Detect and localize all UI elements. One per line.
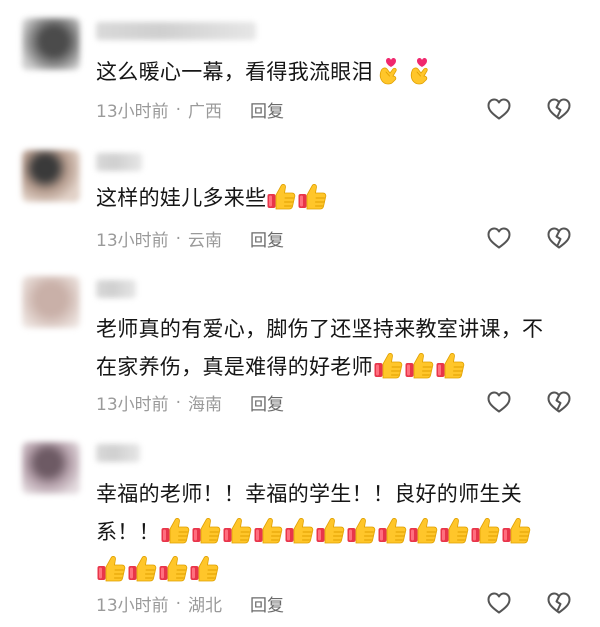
comment-body: 系！！ xyxy=(96,520,160,544)
thumbs-up-icon xyxy=(190,555,219,582)
separator: · xyxy=(175,228,182,249)
heart-outline-icon[interactable] xyxy=(486,226,512,250)
thumbs-up-icon xyxy=(284,517,314,544)
comment-body: 这么暖心一幕，看得我流眼泪 xyxy=(96,60,373,84)
comment-meta: 13小时前 · 广西 回复 xyxy=(96,97,284,123)
thumbs-up-icon xyxy=(315,517,345,544)
thumbs-up-icon xyxy=(408,517,438,544)
comment-body-line: 在家养伤，真是难得的好老师 xyxy=(96,348,580,386)
comment-body: 在家养伤，真是难得的好老师 xyxy=(96,355,373,379)
avatar[interactable] xyxy=(22,442,80,494)
comment-location: 云南 xyxy=(188,231,223,251)
comment-body: 这样的娃儿多来些 xyxy=(96,186,267,210)
avatar[interactable] xyxy=(22,276,80,328)
comment-time: 13小时前 xyxy=(96,395,169,415)
reply-button[interactable]: 回复 xyxy=(250,226,284,251)
comment-text: 这么暖心一幕，看得我流眼泪 xyxy=(96,53,580,91)
separator: · xyxy=(175,593,182,614)
broken-heart-icon[interactable] xyxy=(546,226,572,250)
comment-text: 幸福的老师！！幸福的学生！！良好的师生关 系！！ xyxy=(96,475,580,589)
thumbs-up-icon xyxy=(191,517,221,544)
comment-time: 13小时前 xyxy=(96,102,169,122)
separator: · xyxy=(175,99,182,120)
heart-outline-icon[interactable] xyxy=(486,97,512,121)
finger-heart-icon xyxy=(379,57,397,85)
thumbs-up-icon xyxy=(267,183,296,210)
reply-button[interactable]: 回复 xyxy=(250,591,284,616)
comment-body-line: 幸福的老师！！幸福的学生！！良好的师生关 xyxy=(96,482,522,506)
username[interactable] xyxy=(96,153,142,171)
comment-text: 这样的娃儿多来些 xyxy=(96,179,580,217)
thumbs-up-icon xyxy=(298,183,327,210)
separator: · xyxy=(175,392,182,413)
thumbs-up-icon xyxy=(435,352,465,379)
broken-heart-icon[interactable] xyxy=(546,390,572,414)
finger-heart-icon xyxy=(410,57,428,85)
comment-body-line: 老师真的有爱心，脚伤了还坚持来教室讲课，不 xyxy=(96,317,544,341)
thumbs-up-icon xyxy=(439,517,469,544)
thumbs-up-icon xyxy=(160,517,190,544)
heart-outline-icon[interactable] xyxy=(486,390,512,414)
thumbs-up-icon xyxy=(159,555,188,582)
thumbs-up-icon xyxy=(373,352,403,379)
comment-emoji-line xyxy=(96,551,580,589)
comment-meta: 13小时前 · 湖北 回复 xyxy=(96,591,284,617)
comment-location: 广西 xyxy=(188,102,223,122)
comment-time: 13小时前 xyxy=(96,231,169,251)
comment-meta: 13小时前 · 海南 回复 xyxy=(96,390,284,416)
thumbs-up-icon xyxy=(377,517,407,544)
reply-button[interactable]: 回复 xyxy=(250,390,284,415)
avatar[interactable] xyxy=(22,150,80,202)
thumbs-up-icon xyxy=(346,517,376,544)
thumbs-up-icon xyxy=(470,517,500,544)
thumbs-up-icon xyxy=(128,555,157,582)
heart-outline-icon[interactable] xyxy=(486,591,512,615)
thumbs-up-icon xyxy=(404,352,434,379)
avatar[interactable] xyxy=(22,18,80,70)
comment-text: 老师真的有爱心，脚伤了还坚持来教室讲课，不 在家养伤，真是难得的好老师 xyxy=(96,310,580,386)
comment-location: 海南 xyxy=(188,395,223,415)
comment-meta: 13小时前 · 云南 回复 xyxy=(96,226,284,252)
thumbs-up-icon xyxy=(501,517,531,544)
username[interactable] xyxy=(96,280,136,298)
comment-location: 湖北 xyxy=(188,596,223,616)
thumbs-up-icon xyxy=(97,555,126,582)
username[interactable] xyxy=(96,444,140,462)
comment-time: 13小时前 xyxy=(96,596,169,616)
thumbs-up-icon xyxy=(222,517,252,544)
username[interactable] xyxy=(96,22,256,40)
broken-heart-icon[interactable] xyxy=(546,97,572,121)
thumbs-up-icon xyxy=(253,517,283,544)
broken-heart-icon[interactable] xyxy=(546,591,572,615)
reply-button[interactable]: 回复 xyxy=(250,97,284,122)
comment-body-line: 系！！ xyxy=(96,513,580,551)
